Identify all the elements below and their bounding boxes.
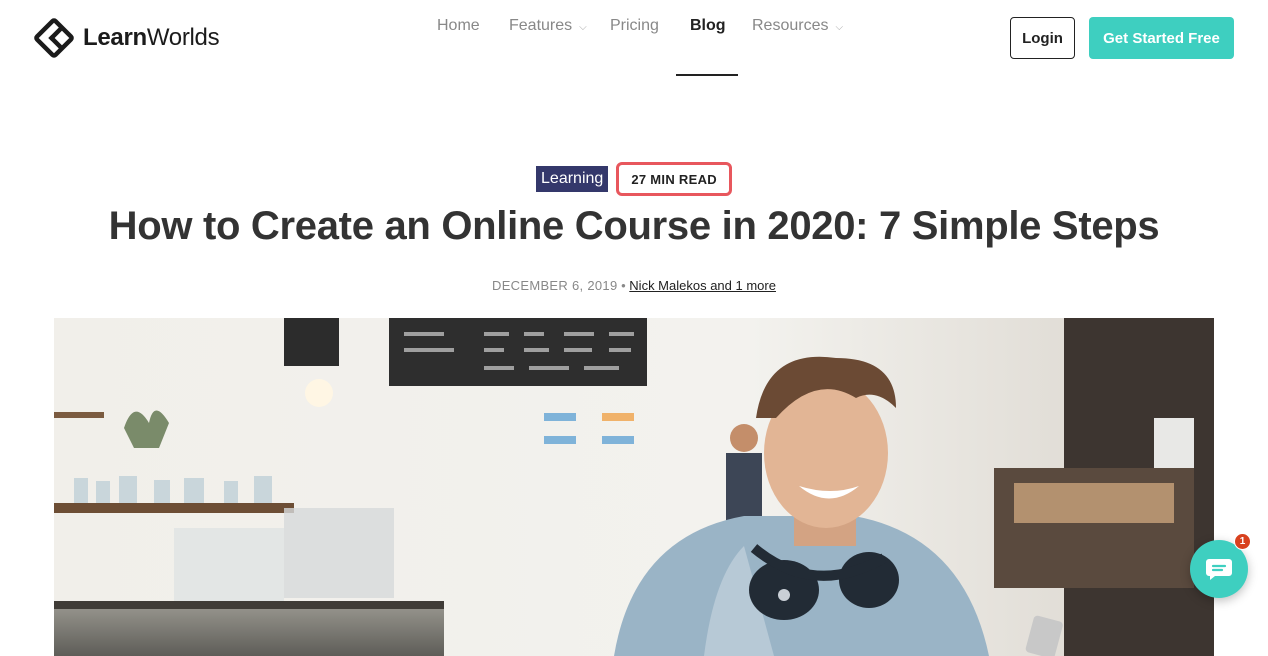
nav-blog[interactable]: Blog <box>690 15 726 37</box>
site-header: LearnWorlds Home Features ⌵ Pricing Blog … <box>0 0 1268 78</box>
active-nav-indicator <box>676 74 738 76</box>
hero-image <box>54 318 1214 656</box>
byline-separator: • <box>621 278 626 293</box>
article-title: How to Create an Online Course in 2020: … <box>108 204 1160 248</box>
nav-home[interactable]: Home <box>437 15 480 37</box>
nav-pricing[interactable]: Pricing <box>610 15 659 37</box>
chat-notification-badge: 1 <box>1234 533 1251 550</box>
hero-photo-illustration <box>54 318 1214 656</box>
nav-resources[interactable]: Resources ⌵ <box>752 15 843 37</box>
category-badge[interactable]: Learning <box>536 166 609 192</box>
publish-date: DECEMBER 6, 2019 <box>492 278 618 293</box>
get-started-button[interactable]: Get Started Free <box>1089 17 1234 59</box>
brand-logo[interactable]: LearnWorlds <box>33 17 220 59</box>
login-button[interactable]: Login <box>1010 17 1075 59</box>
learnworlds-logo-icon <box>34 18 74 58</box>
read-time-badge: 27 MIN READ <box>616 162 732 196</box>
chevron-down-icon: ⌵ <box>835 21 844 33</box>
article-byline: DECEMBER 6, 2019 • Nick Malekos and 1 mo… <box>0 278 1268 293</box>
chevron-down-icon: ⌵ <box>579 21 587 33</box>
author-link[interactable]: Nick Malekos and 1 more <box>629 278 776 293</box>
brand-name: LearnWorlds <box>83 24 220 51</box>
chat-icon <box>1206 559 1232 580</box>
article-tags: Learning 27 MIN READ <box>0 162 1268 196</box>
nav-features[interactable]: Features ⌵ <box>509 15 587 37</box>
